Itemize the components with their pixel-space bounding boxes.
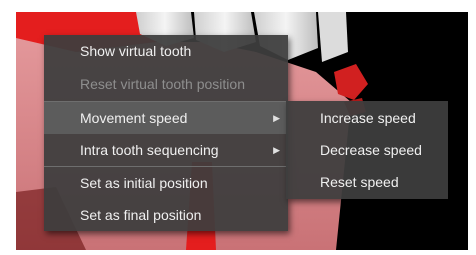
menu-item-label: Set as final position xyxy=(80,207,202,223)
movement-speed-submenu: Increase speed Decrease speed Reset spee… xyxy=(286,101,448,199)
menu-item-label: Decrease speed xyxy=(320,142,422,158)
menu-item-show-virtual-tooth[interactable]: Show virtual tooth xyxy=(44,35,288,67)
menu-item-intra-tooth-sequencing[interactable]: Intra tooth sequencing ▶ xyxy=(44,134,288,166)
menu-item-label: Show virtual tooth xyxy=(80,43,192,59)
menu-item-label: Reset virtual tooth position xyxy=(80,76,245,92)
menu-item-label: Movement speed xyxy=(80,110,188,126)
submenu-arrow-icon: ▶ xyxy=(273,145,280,155)
menu-item-set-as-initial-position[interactable]: Set as initial position xyxy=(44,167,288,199)
menu-item-label: Intra tooth sequencing xyxy=(80,142,219,158)
menu-item-movement-speed[interactable]: Movement speed ▶ xyxy=(44,102,288,134)
menu-item-set-as-final-position[interactable]: Set as final position xyxy=(44,199,288,231)
submenu-item-increase-speed[interactable]: Increase speed xyxy=(286,102,448,134)
menu-item-reset-virtual-tooth-position[interactable]: Reset virtual tooth position xyxy=(44,68,288,100)
submenu-arrow-icon: ▶ xyxy=(273,113,280,123)
context-menu: Show virtual tooth Reset virtual tooth p… xyxy=(44,35,288,231)
submenu-item-reset-speed[interactable]: Reset speed xyxy=(286,166,448,198)
menu-item-label: Increase speed xyxy=(320,110,416,126)
menu-item-label: Reset speed xyxy=(320,174,399,190)
tooth-shape-4 xyxy=(318,12,348,62)
menu-item-label: Set as initial position xyxy=(80,175,208,191)
submenu-item-decrease-speed[interactable]: Decrease speed xyxy=(286,134,448,166)
